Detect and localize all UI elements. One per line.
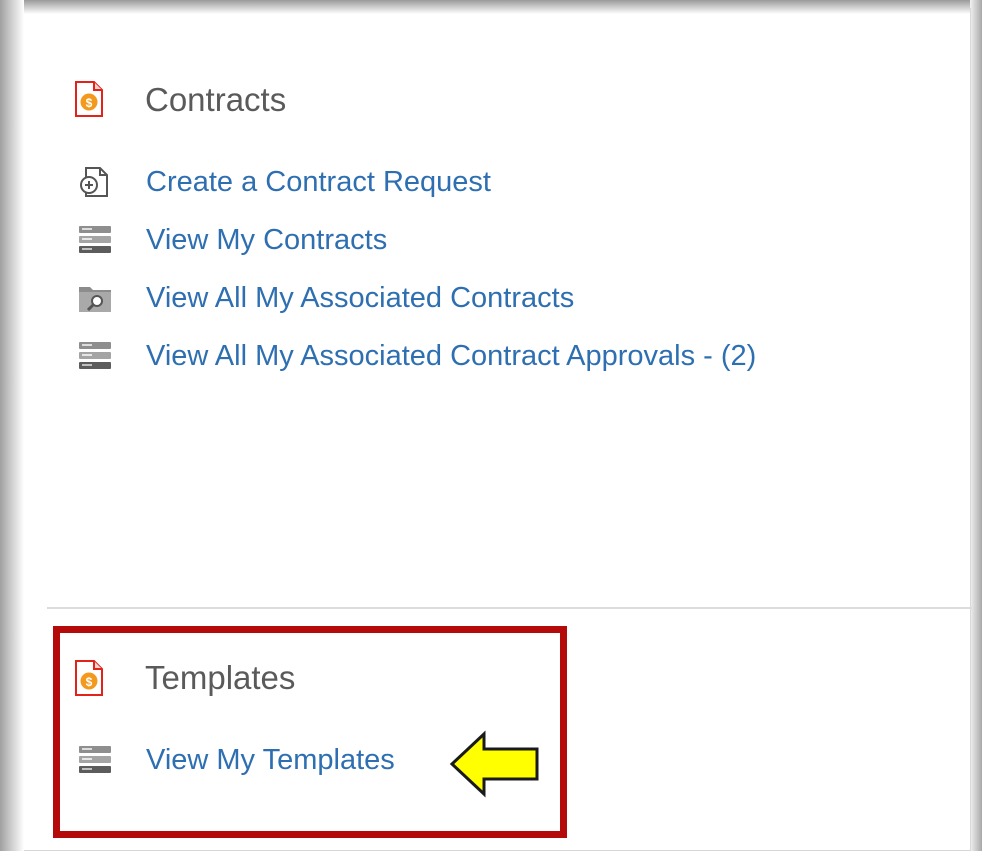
list-icon [79,226,111,253]
list-icon [79,342,111,369]
frame-shadow-left [0,0,24,851]
link-label[interactable]: View All My Associated Contract Approval… [146,340,756,373]
svg-text:$: $ [86,96,93,110]
frame-shadow-right [970,0,982,851]
link-label[interactable]: View All My Associated Contracts [146,282,574,315]
folder-search-icon [79,287,111,312]
view-my-contracts-link[interactable]: View My Contracts [78,220,387,260]
frame-shadow-top [0,0,982,14]
page-frame: $ Contracts Create a Contract Request Vi… [0,0,982,851]
link-label[interactable]: Create a Contract Request [146,166,491,199]
view-associated-contracts-link[interactable]: View All My Associated Contracts [78,278,574,318]
contracts-title: Contracts [145,81,287,118]
contract-doc-icon: $ [75,81,103,117]
create-contract-request-link[interactable]: Create a Contract Request [78,162,491,202]
section-divider [47,607,972,609]
link-label[interactable]: View My Contracts [146,224,387,257]
panel-edge [970,8,971,851]
pointer-arrow-icon [449,730,539,798]
new-document-icon [80,167,108,197]
view-associated-approvals-link[interactable]: View All My Associated Contract Approval… [78,336,756,376]
